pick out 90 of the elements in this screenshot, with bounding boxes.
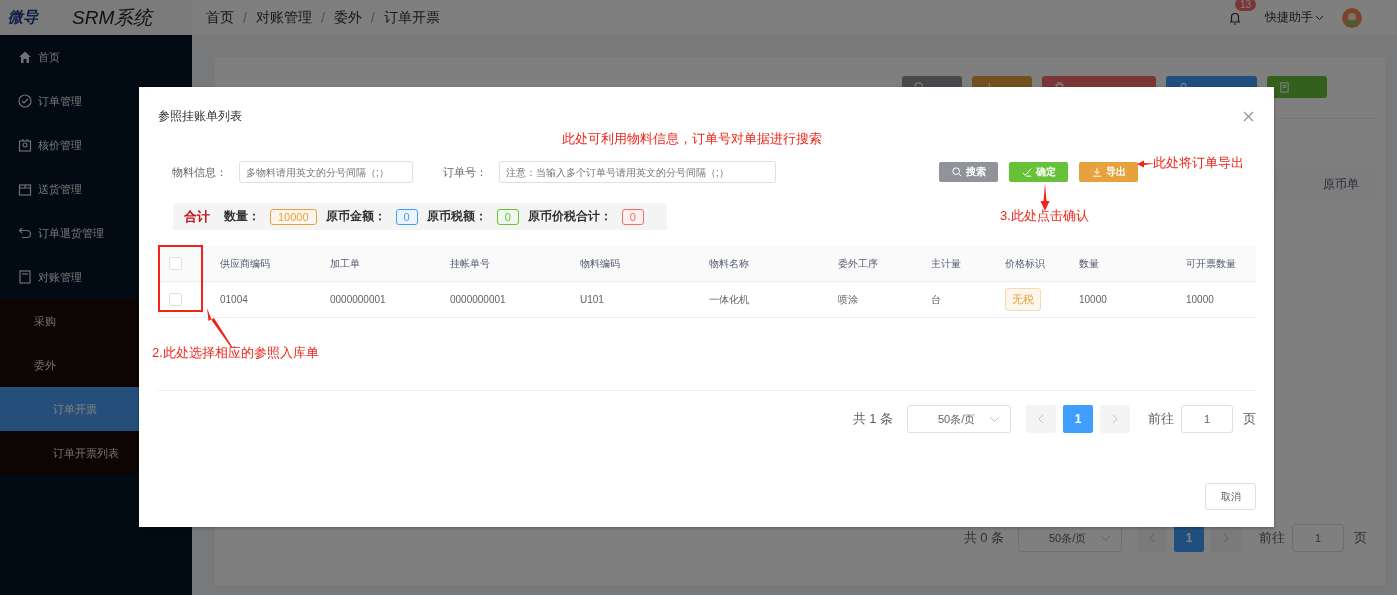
table-cell: 一体化机 <box>709 293 749 305</box>
box-icon <box>18 182 32 196</box>
chevron-right-icon <box>1223 533 1229 543</box>
highlight-box <box>158 245 203 312</box>
annotation-text: 此处可利用物料信息，订单号对单据进行搜索 <box>562 130 822 148</box>
breadcrumb-separator: / <box>320 9 325 26</box>
column-header: 委外工序 <box>838 257 878 269</box>
goto-label: 前往 <box>1148 410 1174 428</box>
table-cell: 10000 <box>1186 294 1214 305</box>
filter-label: 物料信息： <box>172 164 228 180</box>
column-header: 原币单 <box>1323 175 1360 193</box>
page-number[interactable]: 1 <box>1063 405 1093 433</box>
table-cell: 台 <box>931 293 941 305</box>
total-count: 共 0 条 <box>963 529 1004 547</box>
annotation-arrow <box>1137 160 1155 168</box>
filter-input[interactable]: 多物料请用英文的分号间隔（;） <box>239 161 413 183</box>
column-header: 主计量 <box>931 257 961 269</box>
summary-label: 原币价税合计： <box>527 208 612 225</box>
breadcrumb-item[interactable]: 订单开票 <box>383 8 440 27</box>
chevron-left-icon <box>1149 533 1155 543</box>
table-cell: 10000 <box>1079 294 1107 305</box>
chevron-down-icon <box>1100 534 1111 542</box>
page-suffix: 页 <box>1243 410 1256 428</box>
document-icon <box>1279 81 1290 93</box>
page-size-select[interactable]: 50条/页 <box>907 405 1011 433</box>
column-header: 挂帐单号 <box>450 257 490 269</box>
breadcrumb-separator: / <box>370 9 375 26</box>
breadcrumb-item[interactable]: 委外 <box>333 8 362 27</box>
check-circle-icon <box>18 94 32 108</box>
breadcrumb-separator: / <box>243 9 247 26</box>
summary-label: 数量： <box>224 208 260 225</box>
table-cell: 0000000001 <box>450 294 506 305</box>
table-cell: U101 <box>580 294 604 305</box>
dialog-title: 参照挂账单列表 <box>158 107 242 125</box>
sidebar-item[interactable]: 核价管理 <box>0 123 192 167</box>
column-header: 加工单 <box>330 257 360 269</box>
breadcrumb-item[interactable]: 首页 <box>206 8 234 27</box>
sidebar-item[interactable]: 首页 <box>0 35 192 79</box>
chevron-down-icon <box>989 415 1000 423</box>
document-icon <box>18 270 32 284</box>
column-header: 数量 <box>1079 257 1099 269</box>
page-suffix: 页 <box>1354 529 1367 547</box>
annotation-text: 3.此处点击确认 <box>1000 207 1089 225</box>
select-all-checkbox[interactable] <box>169 257 182 270</box>
chevron-right-icon <box>1112 414 1118 424</box>
column-header: 价格标识 <box>1005 257 1045 269</box>
home-icon <box>18 50 32 64</box>
cancel-button[interactable]: 取消 <box>1205 483 1256 510</box>
sidebar-item[interactable]: 对账管理 <box>0 255 192 299</box>
filter-input[interactable]: 注意：当输入多个订单号请用英文的分号间隔（;） <box>499 161 776 183</box>
column-header: 供应商编码 <box>220 257 270 269</box>
summary-value: 0 <box>621 208 644 225</box>
summary-label: 原币金额： <box>325 208 386 225</box>
summary-value: 10000 <box>270 208 317 225</box>
system-name: SRM系统 <box>72 5 153 30</box>
page-input[interactable]: 1 <box>1292 524 1344 552</box>
action-button[interactable]: 搜索 <box>939 162 998 182</box>
table-cell: 01004 <box>220 294 248 305</box>
goto-label: 前往 <box>1259 529 1285 547</box>
table-cell: 喷涂 <box>838 293 858 305</box>
column-header: 可开票数量 <box>1186 257 1236 269</box>
return-arrow-icon <box>18 226 32 240</box>
annotation-text: 此处将订单导出 <box>1153 154 1244 172</box>
price-tag: 无税 <box>1005 288 1041 311</box>
caret-icon[interactable] <box>1315 14 1324 21</box>
column-header: 物料编码 <box>580 257 620 269</box>
annotation-arrow <box>206 308 234 348</box>
close-icon[interactable] <box>1243 110 1254 122</box>
breadcrumb-item[interactable]: 对账管理 <box>255 8 312 27</box>
filter-label: 订单号： <box>443 164 488 180</box>
action-button[interactable] <box>1267 76 1327 98</box>
row-checkbox[interactable] <box>169 293 182 306</box>
badge-icon <box>18 138 32 152</box>
search-icon <box>951 167 962 177</box>
user-menu[interactable]: 快捷助手 <box>1265 9 1313 26</box>
summary-title: 合计 <box>184 207 210 226</box>
table-cell: 0000000001 <box>330 294 386 305</box>
chevron-left-icon <box>1038 414 1044 424</box>
download-icon <box>1091 167 1102 177</box>
notification-badge: 13 <box>1235 0 1257 11</box>
summary-value: 0 <box>395 208 418 225</box>
logo: 微导 <box>8 8 38 27</box>
page-input[interactable]: 1 <box>1181 405 1233 433</box>
avatar-icon[interactable] <box>1342 7 1362 28</box>
summary-value: 0 <box>496 208 519 225</box>
check-icon <box>1021 167 1032 177</box>
annotation-text: 2.此处选择相应的参照入库单 <box>152 344 319 362</box>
column-header: 物料名称 <box>709 257 749 269</box>
total-count: 共 1 条 <box>852 410 893 428</box>
summary-label: 原币税额： <box>426 208 487 225</box>
